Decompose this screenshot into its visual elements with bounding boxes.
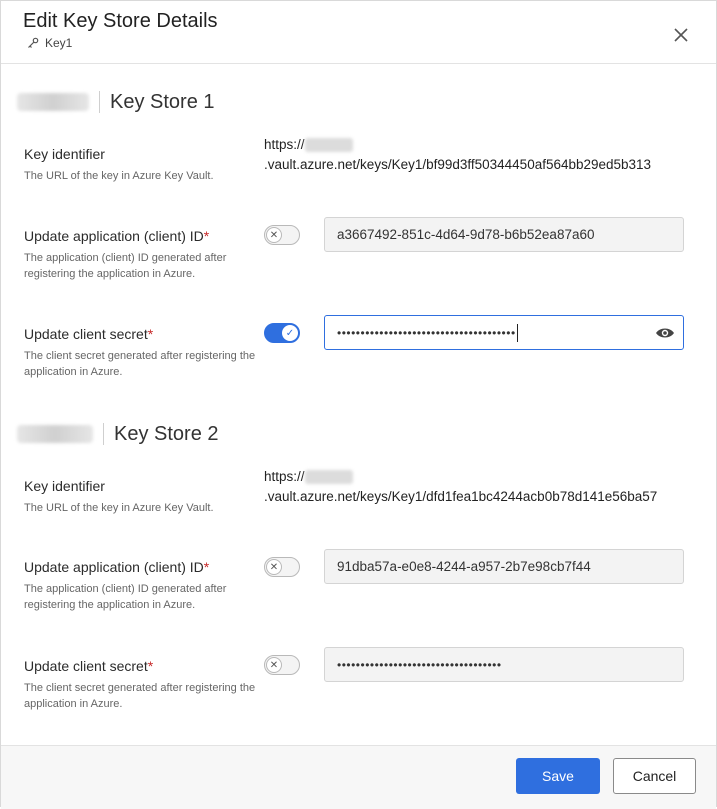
client-secret-label-text: Update client secret: [24, 326, 148, 342]
key-identifier-help: The URL of the key in Azure Key Vault.: [24, 502, 214, 514]
required-marker: *: [203, 228, 210, 244]
client-secret-help: The client secret generated after regist…: [24, 682, 256, 710]
key-identifier-url: https:// .vault.azure.net/keys/Key1/dfd1f…: [264, 467, 694, 507]
app-id-label-text: Update application (client) ID: [24, 228, 204, 244]
check-icon: ✓: [282, 325, 298, 341]
eye-icon[interactable]: [655, 324, 675, 342]
toggle-off-icon: ✕: [266, 559, 282, 575]
app-id-input[interactable]: 91dba57a-e0e8-4244-a957-2b7e98cb7f44: [324, 549, 684, 584]
url-prefix: https://: [264, 137, 305, 152]
key-identifier-url: https:// .vault.azure.net/keys/Key1/bf99d…: [264, 135, 694, 175]
secret-value: •••••••••••••••••••••••••••••••••••: [337, 657, 502, 672]
edit-key-store-dialog: Edit Key Store Details Key1 Key Store 1 …: [0, 0, 717, 809]
required-marker: *: [147, 326, 154, 342]
secret-value: ••••••••••••••••••••••••••••••••••••••: [337, 325, 516, 340]
toggle-off-icon: ✕: [266, 657, 282, 673]
redacted-vault-name: [304, 138, 353, 153]
dialog-subtitle: Key1: [27, 36, 72, 50]
key-identifier-label: Key identifier: [24, 478, 105, 494]
key-store-title: Key Store 1: [110, 90, 215, 113]
dialog-footer: [1, 745, 716, 809]
close-icon[interactable]: [671, 25, 691, 45]
url-rest: .vault.azure.net/keys/Key1/dfd1fea1bc424…: [264, 489, 658, 504]
url-prefix: https://: [264, 469, 305, 484]
url-rest: .vault.azure.net/keys/Key1/bf99d3ff50344…: [264, 157, 652, 172]
client-secret-label: Update client secret*: [24, 658, 153, 674]
app-id-help: The application (client) ID generated af…: [24, 583, 227, 611]
app-id-label: Update application (client) ID*: [24, 228, 209, 244]
key-store-1-header: Key Store 1: [17, 88, 215, 116]
cancel-button[interactable]: Cancel: [613, 758, 696, 794]
divider: [99, 91, 100, 113]
divider: [103, 423, 104, 445]
client-secret-label: Update client secret*: [24, 326, 153, 342]
app-id-input[interactable]: a3667492-851c-4d64-9d78-b6b52ea87a60: [324, 217, 684, 252]
client-secret-toggle[interactable]: ✕: [264, 655, 300, 675]
toggle-off-icon: ✕: [266, 227, 282, 243]
client-secret-input[interactable]: ••••••••••••••••••••••••••••••••••••••: [324, 315, 684, 350]
key-icon: [28, 37, 39, 48]
client-secret-toggle[interactable]: ✓: [264, 323, 300, 343]
save-button[interactable]: Save: [516, 758, 600, 794]
app-id-help: The application (client) ID generated af…: [24, 252, 227, 280]
dialog-header: Edit Key Store Details Key1: [1, 1, 716, 64]
redacted-vault-name: [304, 470, 353, 485]
key-name: Key1: [45, 36, 73, 50]
key-store-2-header: Key Store 2: [17, 420, 219, 448]
client-secret-input[interactable]: •••••••••••••••••••••••••••••••••••: [324, 647, 684, 682]
app-id-toggle[interactable]: ✕: [264, 557, 300, 577]
key-identifier-label: Key identifier: [24, 146, 105, 162]
redacted-tenant-name: [17, 425, 93, 443]
required-marker: *: [203, 559, 210, 575]
app-id-toggle[interactable]: ✕: [264, 225, 300, 245]
client-secret-label-text: Update client secret: [24, 658, 148, 674]
key-store-title: Key Store 2: [114, 422, 219, 445]
client-secret-help: The client secret generated after regist…: [24, 350, 256, 378]
redacted-tenant-name: [17, 93, 89, 111]
key-identifier-help: The URL of the key in Azure Key Vault.: [24, 170, 214, 182]
app-id-label-text: Update application (client) ID: [24, 559, 204, 575]
app-id-label: Update application (client) ID*: [24, 559, 209, 575]
text-caret: [516, 323, 518, 342]
required-marker: *: [147, 658, 154, 674]
dialog-title: Edit Key Store Details: [23, 10, 218, 32]
